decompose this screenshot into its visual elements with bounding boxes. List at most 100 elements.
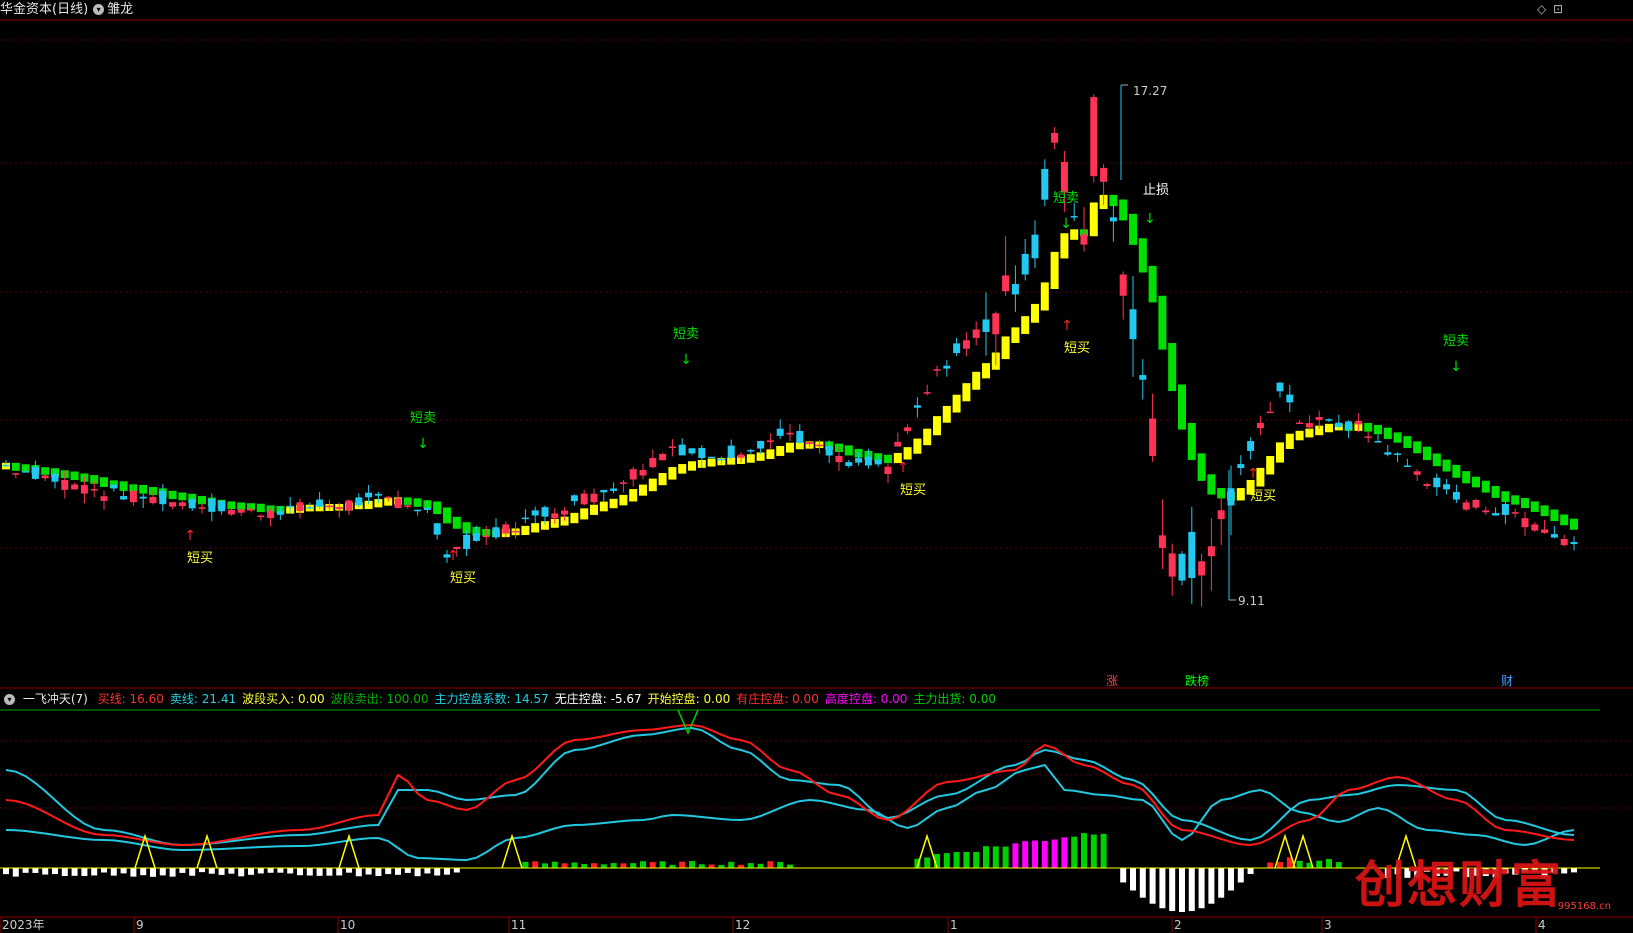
histogram-bar bbox=[1267, 862, 1274, 868]
candle-body bbox=[1188, 531, 1196, 578]
candle-body bbox=[394, 498, 402, 508]
price-chart[interactable]: ↑短买短卖↓↑短买短卖↓↑短买短卖↓↑短买↑短买短卖↓17.279.11止损↓涨… bbox=[0, 0, 1633, 933]
candle-body bbox=[482, 535, 490, 538]
candle-body bbox=[139, 496, 147, 499]
candle-body bbox=[904, 427, 912, 432]
histogram-bar bbox=[1247, 868, 1254, 874]
trend-band bbox=[139, 484, 148, 494]
histogram-bar bbox=[1237, 868, 1244, 883]
candle-body bbox=[747, 449, 755, 452]
candle-body bbox=[1335, 422, 1343, 427]
trend-band bbox=[1138, 238, 1147, 273]
histogram-bar bbox=[649, 862, 656, 868]
trend-band bbox=[1550, 509, 1559, 522]
candle-body bbox=[639, 469, 647, 476]
histogram-bar bbox=[52, 868, 58, 875]
histogram-bar bbox=[551, 861, 558, 868]
histogram-bar bbox=[522, 861, 529, 868]
x-axis-label: 2023年 bbox=[2, 918, 45, 932]
histogram-bar bbox=[444, 868, 450, 875]
trend-band bbox=[1031, 303, 1039, 323]
histogram-bar bbox=[277, 868, 284, 873]
candle-body bbox=[541, 507, 549, 517]
up-arrow-icon: ↑ bbox=[1061, 318, 1073, 334]
candle-body bbox=[335, 507, 343, 510]
candle-body bbox=[894, 441, 902, 447]
trend-band bbox=[1187, 423, 1196, 460]
trend-band bbox=[1207, 474, 1216, 495]
histogram-bar bbox=[1296, 860, 1303, 868]
histogram-bar bbox=[689, 861, 695, 868]
candle-body bbox=[757, 441, 765, 449]
candle-body bbox=[1492, 513, 1500, 516]
candle-body bbox=[580, 493, 588, 505]
trend-band bbox=[580, 508, 589, 520]
candle-body bbox=[374, 493, 382, 496]
histogram-bar bbox=[600, 864, 607, 868]
trend-band bbox=[639, 484, 647, 496]
sell-line bbox=[5, 726, 1575, 847]
histogram-bar bbox=[630, 863, 637, 868]
candle-body bbox=[1051, 132, 1059, 143]
trend-band bbox=[1060, 233, 1069, 259]
x-axis-label: 1 bbox=[950, 918, 958, 932]
trend-band bbox=[1325, 423, 1333, 433]
candle-body bbox=[1570, 542, 1578, 545]
candle-body bbox=[1158, 535, 1166, 548]
candle-body bbox=[384, 496, 392, 499]
candle-body bbox=[1550, 534, 1558, 538]
histogram-bar bbox=[757, 863, 764, 868]
trend-band bbox=[668, 467, 677, 480]
candle-body bbox=[972, 329, 980, 338]
trend-band bbox=[629, 489, 638, 502]
histogram-bar bbox=[973, 851, 980, 868]
trend-band bbox=[1472, 476, 1480, 488]
candle-body bbox=[286, 505, 294, 508]
candle-body bbox=[982, 319, 990, 332]
histogram-bar bbox=[708, 864, 715, 868]
candle-body bbox=[531, 510, 539, 516]
candle-body bbox=[306, 506, 314, 509]
trend-band bbox=[1521, 498, 1529, 509]
histogram-bar bbox=[1335, 862, 1342, 868]
candle-body bbox=[698, 447, 706, 459]
histogram-bar bbox=[1002, 846, 1009, 868]
candle-body bbox=[1129, 309, 1137, 340]
candle-body bbox=[737, 454, 745, 458]
candle-body bbox=[61, 479, 69, 490]
trend-band bbox=[1197, 453, 1206, 481]
trend-band bbox=[452, 516, 461, 529]
histogram-bar bbox=[1032, 840, 1038, 868]
candle-body bbox=[1433, 477, 1441, 488]
histogram-bar bbox=[532, 861, 539, 868]
trend-band bbox=[1530, 501, 1539, 512]
candle-body bbox=[953, 343, 961, 354]
histogram-bar bbox=[1012, 843, 1019, 868]
trend-band bbox=[119, 481, 128, 491]
trend-band bbox=[1501, 491, 1510, 502]
candle-body bbox=[923, 392, 931, 394]
stop-loss-label: 止损 bbox=[1143, 183, 1169, 198]
trend-band bbox=[1540, 505, 1549, 517]
indicator-dropdown-icon[interactable]: ▾ bbox=[4, 694, 15, 705]
up-arrow-icon: ↑ bbox=[897, 460, 909, 476]
trend-band bbox=[1295, 430, 1304, 441]
histogram-bar bbox=[150, 868, 156, 877]
histogram-bar bbox=[404, 868, 411, 873]
candle-body bbox=[1364, 436, 1372, 438]
candle-body bbox=[1325, 419, 1333, 421]
histogram-bar bbox=[698, 864, 705, 868]
short-sell-label: 短卖 bbox=[1443, 334, 1469, 349]
indicator-name[interactable]: 一飞冲天(7) bbox=[23, 692, 88, 706]
histogram-bar bbox=[395, 868, 401, 875]
trend-band bbox=[658, 473, 667, 486]
candle-body bbox=[1149, 418, 1157, 456]
candle-body bbox=[1109, 217, 1117, 222]
histogram-bar bbox=[297, 868, 303, 876]
indicator-value: 波段买入: 0.00 bbox=[242, 692, 325, 706]
short-buy-label: 短买 bbox=[900, 483, 926, 498]
down-arrow-icon: ↓ bbox=[417, 436, 429, 452]
candle-body bbox=[1031, 234, 1039, 259]
short-buy-label: 短买 bbox=[187, 551, 213, 566]
candle-body bbox=[237, 509, 245, 513]
